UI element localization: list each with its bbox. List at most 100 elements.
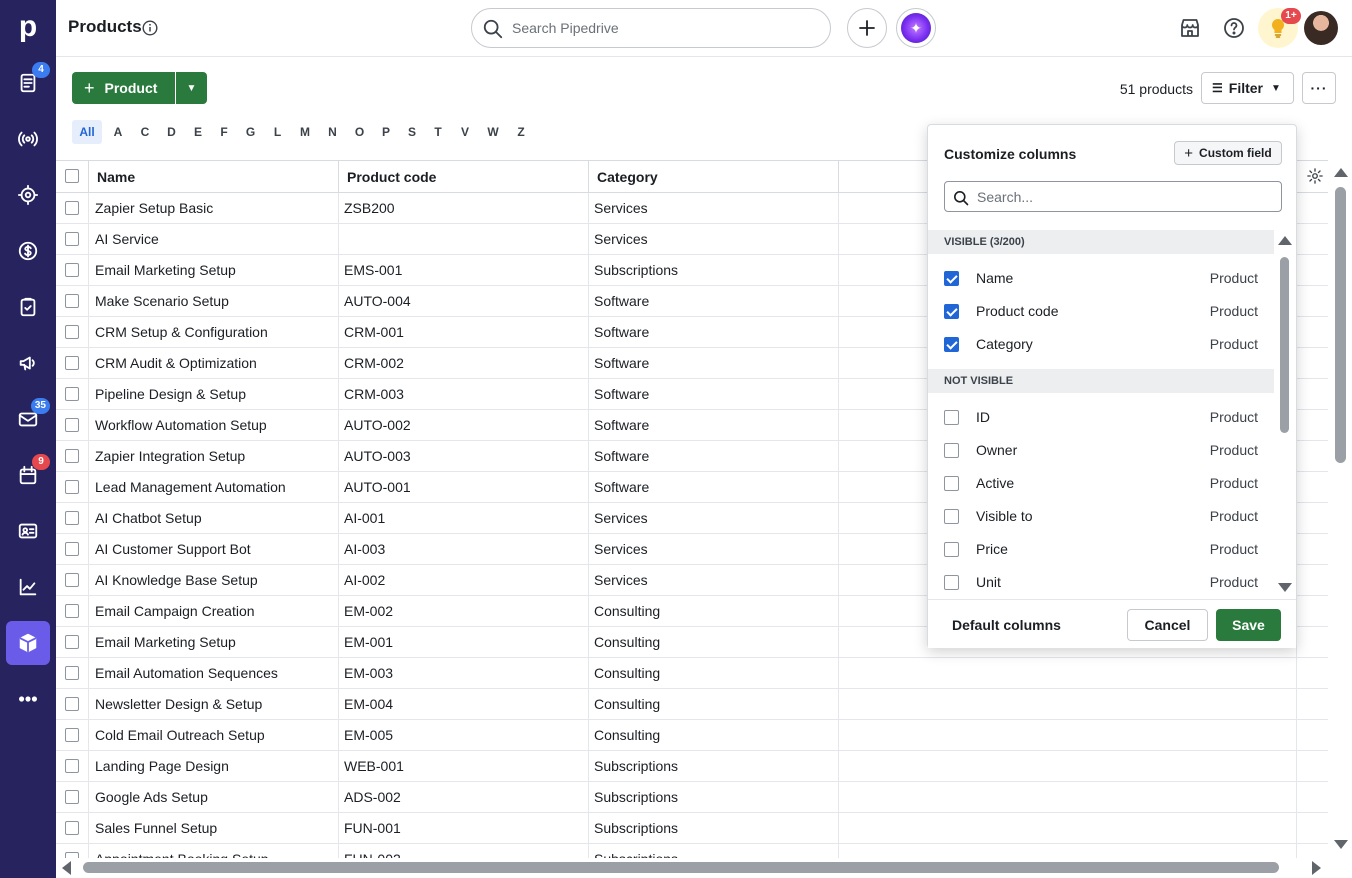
row-checkbox[interactable] [65, 666, 79, 680]
cell-name[interactable]: Cold Email Outreach Setup [88, 720, 339, 751]
cell-name[interactable]: Email Marketing Setup [88, 255, 339, 286]
alpha-all[interactable]: All [72, 120, 102, 144]
alpha-letter[interactable]: W [479, 120, 507, 144]
panel-scroll-up-arrow[interactable] [1278, 236, 1292, 245]
column-search-input[interactable] [977, 188, 1267, 206]
filter-button[interactable]: ☰ Filter ▼ [1201, 72, 1294, 104]
panel-scrollbar[interactable] [1276, 233, 1294, 599]
column-option[interactable]: Product code Product [928, 295, 1274, 328]
cell-product-code[interactable]: ZSB200 [339, 193, 589, 224]
scroll-left-arrow[interactable] [62, 861, 71, 875]
cell-category[interactable]: Software [589, 472, 839, 503]
row-checkbox[interactable] [65, 573, 79, 587]
cell-name[interactable]: CRM Audit & Optimization [88, 348, 339, 379]
cell-product-code[interactable]: EM-004 [339, 689, 589, 720]
alpha-letter[interactable]: G [237, 120, 264, 144]
alpha-letter[interactable]: T [425, 120, 451, 144]
cell-product-code[interactable]: WEB-001 [339, 751, 589, 782]
nav-contacts[interactable] [6, 509, 50, 553]
add-product-dropdown[interactable]: ▼ [176, 72, 207, 104]
marketplace-icon[interactable] [1178, 16, 1202, 40]
nav-mail[interactable]: 35 [6, 397, 50, 441]
cell-product-code[interactable]: CRM-001 [339, 317, 589, 348]
cell-name[interactable]: Pipeline Design & Setup [88, 379, 339, 410]
nav-activities[interactable]: 9 [6, 453, 50, 497]
cell-name[interactable]: Landing Page Design [88, 751, 339, 782]
cell-name[interactable]: Workflow Automation Setup [88, 410, 339, 441]
scroll-up-arrow[interactable] [1334, 168, 1348, 177]
global-search[interactable] [471, 8, 831, 48]
nav-insights[interactable] [6, 565, 50, 609]
alpha-letter[interactable]: D [158, 120, 185, 144]
column-header-name[interactable]: Name [88, 161, 339, 193]
alpha-letter[interactable]: A [104, 120, 132, 144]
cell-name[interactable]: Zapier Integration Setup [88, 441, 339, 472]
cell-category[interactable]: Consulting [589, 658, 839, 689]
nav-campaigns[interactable] [6, 341, 50, 385]
vertical-scrollbar[interactable] [1330, 160, 1352, 860]
alpha-letter[interactable]: F [211, 120, 237, 144]
cell-category[interactable]: Consulting [589, 720, 839, 751]
panel-scroll-down-arrow[interactable] [1278, 583, 1292, 592]
column-header-category[interactable]: Category [589, 161, 839, 193]
row-checkbox[interactable] [65, 821, 79, 835]
column-option[interactable]: Visible to Product [928, 500, 1274, 533]
cell-category[interactable]: Consulting [589, 596, 839, 627]
nav-revenue[interactable] [6, 229, 50, 273]
column-option-checkbox[interactable] [944, 509, 959, 524]
table-row[interactable]: Appointment Booking SetupFUN-002Subscrip… [56, 844, 1328, 858]
row-checkbox[interactable] [65, 511, 79, 525]
row-checkbox[interactable] [65, 728, 79, 742]
cell-category[interactable]: Services [589, 503, 839, 534]
column-option-checkbox[interactable] [944, 575, 959, 590]
add-product-button[interactable]: + Product [72, 72, 175, 104]
cell-category[interactable]: Services [589, 224, 839, 255]
column-option-checkbox[interactable] [944, 443, 959, 458]
column-header-product-code[interactable]: Product code [339, 161, 589, 193]
row-checkbox[interactable] [65, 604, 79, 618]
alpha-letter[interactable]: N [319, 120, 346, 144]
cell-name[interactable]: Zapier Setup Basic [88, 193, 339, 224]
cell-product-code[interactable]: FUN-001 [339, 813, 589, 844]
alpha-letter[interactable]: Z [507, 120, 535, 144]
more-actions-button[interactable]: ··· [1302, 72, 1336, 104]
column-option[interactable]: Owner Product [928, 434, 1274, 467]
quick-add-button[interactable] [847, 8, 887, 48]
row-checkbox[interactable] [65, 263, 79, 277]
table-row[interactable]: Sales Funnel Setup FUN-001 Subscriptions [56, 813, 1328, 844]
column-option[interactable]: Category Product [928, 328, 1274, 361]
column-search[interactable] [944, 181, 1282, 212]
column-option[interactable]: Price Product [928, 533, 1274, 566]
alpha-letter[interactable]: L [264, 120, 291, 144]
cell-category[interactable]: Subscriptions [589, 844, 839, 858]
cell-category[interactable]: Software [589, 286, 839, 317]
column-option-checkbox[interactable] [944, 337, 959, 352]
pipedrive-logo[interactable]: p [14, 10, 42, 44]
alpha-letter[interactable]: S [399, 120, 425, 144]
cell-name[interactable]: Appointment Booking Setup [88, 844, 339, 858]
cell-category[interactable]: Subscriptions [589, 813, 839, 844]
column-option-checkbox[interactable] [944, 271, 959, 286]
cell-category[interactable]: Services [589, 565, 839, 596]
cell-category[interactable]: Software [589, 379, 839, 410]
row-checkbox[interactable] [65, 201, 79, 215]
cell-product-code[interactable]: AUTO-003 [339, 441, 589, 472]
column-option[interactable]: Unit Product [928, 566, 1274, 599]
cell-name[interactable]: Google Ads Setup [88, 782, 339, 813]
cell-name[interactable]: Make Scenario Setup [88, 286, 339, 317]
cell-product-code[interactable]: AUTO-002 [339, 410, 589, 441]
nav-projects[interactable] [6, 173, 50, 217]
row-checkbox[interactable] [65, 449, 79, 463]
alpha-letter[interactable]: C [132, 120, 158, 144]
cell-category[interactable]: Consulting [589, 627, 839, 658]
row-checkbox[interactable] [65, 790, 79, 804]
cell-name[interactable]: Lead Management Automation [88, 472, 339, 503]
cell-product-code[interactable]: EM-002 [339, 596, 589, 627]
table-row[interactable]: Newsletter Design & Setup EM-004 Consultin… [56, 689, 1328, 720]
alpha-letter[interactable]: E [185, 120, 211, 144]
cell-name[interactable]: Email Campaign Creation [88, 596, 339, 627]
cell-name[interactable]: AI Chatbot Setup [88, 503, 339, 534]
panel-scroll-thumb[interactable] [1280, 257, 1289, 433]
cell-category[interactable]: Services [589, 193, 839, 224]
cell-product-code[interactable]: AI-003 [339, 534, 589, 565]
